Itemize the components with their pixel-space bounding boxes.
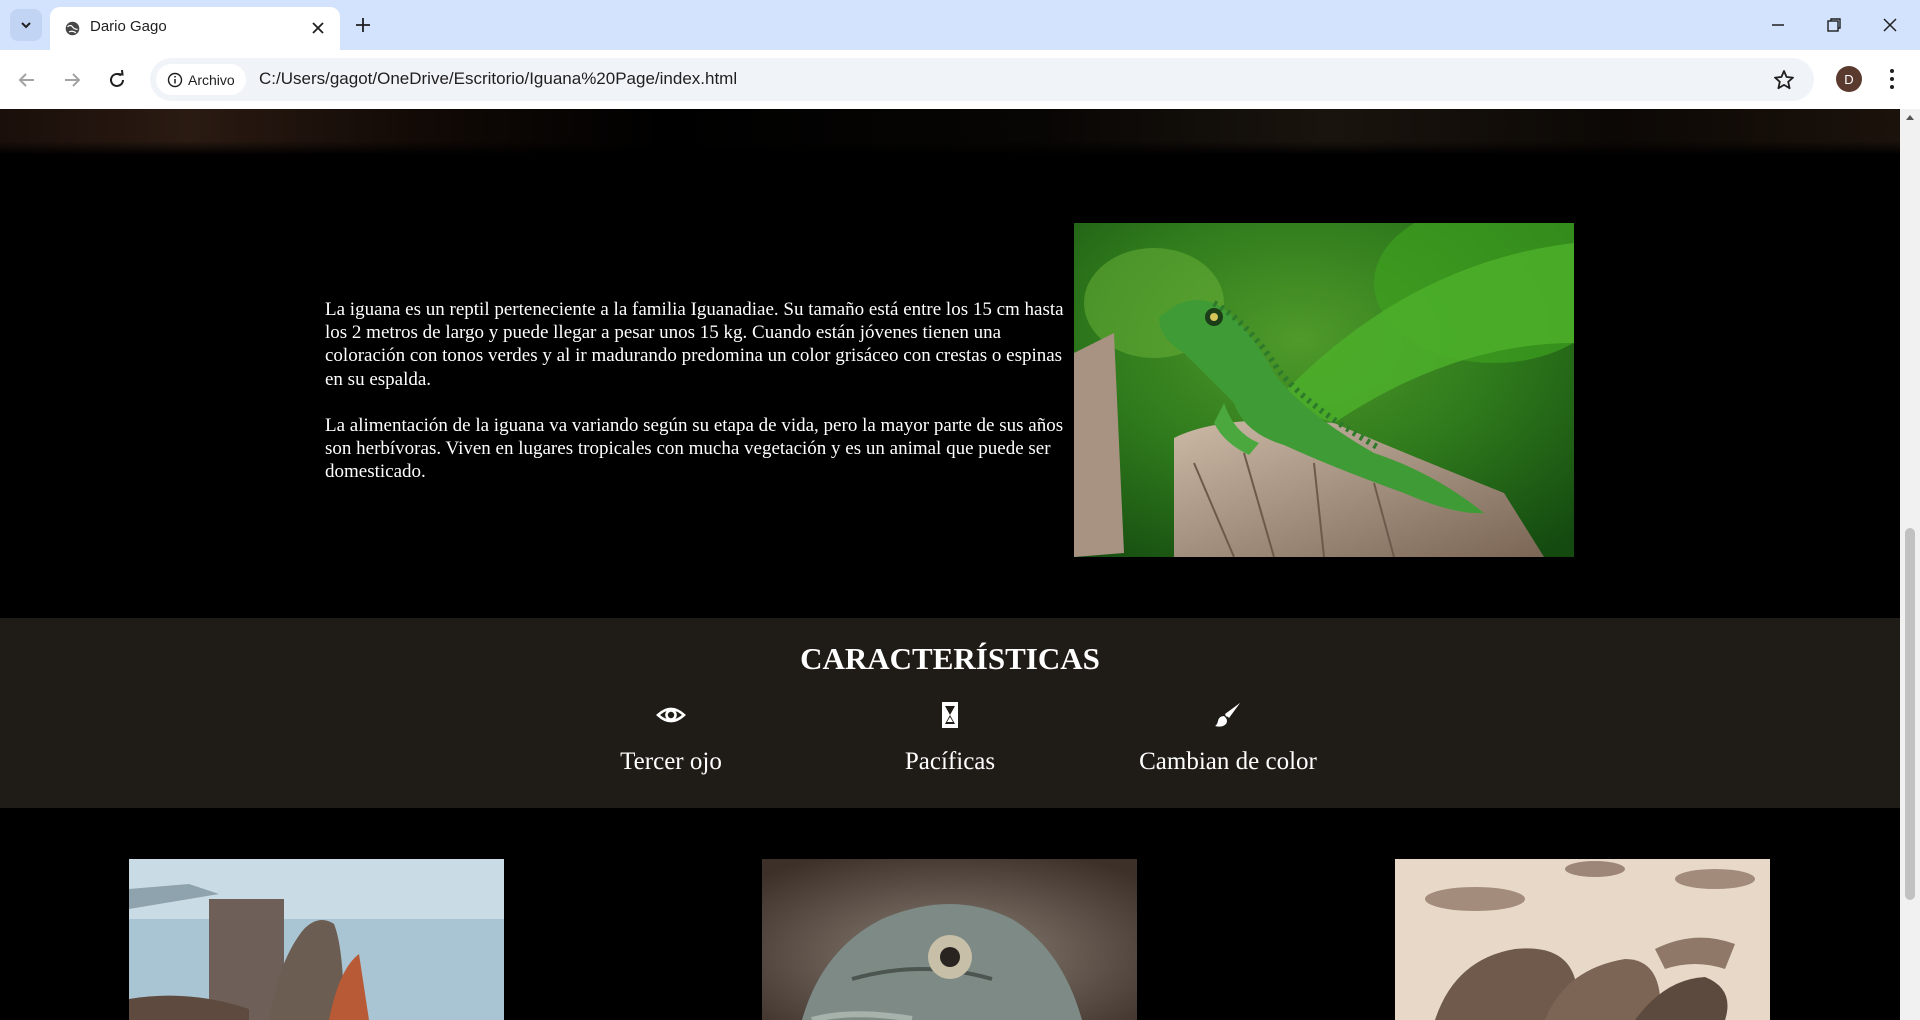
gallery-image-3: [1395, 859, 1770, 1020]
active-tab[interactable]: Dario Gago: [50, 7, 340, 50]
feature-label: Tercer ojo: [620, 748, 722, 775]
plus-icon[interactable]: [352, 14, 374, 36]
site-chip-label: Archivo: [188, 71, 235, 88]
address-bar[interactable]: Archivo C:/Users/gagot/OneDrive/Escritor…: [150, 58, 1814, 101]
tab-strip: Dario Gago: [0, 0, 1920, 50]
page-scrollbar[interactable]: [1900, 109, 1920, 1020]
intro-paragraph-1: La iguana es un reptil perteneciente a l…: [325, 299, 1064, 390]
restore-icon[interactable]: [1823, 14, 1845, 36]
page-viewport: La iguana es un reptil perteneciente a l…: [0, 109, 1900, 1020]
chevron-down-icon: [21, 22, 31, 29]
more-menu-icon[interactable]: [1880, 66, 1904, 92]
intro-text: La iguana es un reptil perteneciente a l…: [325, 298, 1075, 506]
globe-icon: [65, 21, 80, 36]
gallery-image-2: [762, 859, 1137, 1020]
gallery-image-1: [129, 859, 504, 1020]
site-info-button[interactable]: Archivo: [156, 64, 246, 95]
iguana-photo: [1074, 223, 1574, 557]
features-title: CARACTERÍSTICAS: [800, 641, 1100, 676]
hourglass-icon: [942, 702, 958, 728]
tab-title: Dario Gago: [90, 18, 167, 35]
close-icon[interactable]: [309, 19, 327, 37]
paintbrush-icon: [1215, 703, 1240, 727]
bookmark-star-icon[interactable]: [1772, 68, 1796, 92]
browser-toolbar: Archivo C:/Users/gagot/OneDrive/Escritor…: [0, 50, 1920, 109]
url-text[interactable]: C:/Users/gagot/OneDrive/Escritorio/Iguan…: [259, 69, 737, 89]
features-section: CARACTERÍSTICAS Tercer ojo Pacíficas Cam: [0, 618, 1900, 808]
feature-item-peaceful: Pacíficas: [830, 700, 1070, 776]
feature-item-third-eye: Tercer ojo: [551, 700, 791, 776]
scroll-up-arrow-icon[interactable]: [1905, 113, 1915, 121]
minimize-icon[interactable]: [1767, 14, 1789, 36]
feature-label: Pacíficas: [904, 748, 996, 775]
profile-avatar[interactable]: D: [1836, 66, 1862, 92]
back-arrow-icon[interactable]: [15, 68, 39, 92]
feature-item-color-change: Cambian de color: [1108, 700, 1348, 776]
forward-arrow-icon[interactable]: [60, 68, 84, 92]
reload-icon[interactable]: [105, 68, 129, 92]
hero-image-bottom: [0, 109, 1900, 155]
intro-paragraph-2: La alimentación de la iguana va variando…: [325, 414, 1064, 483]
feature-label: Cambian de color: [1139, 748, 1317, 775]
eye-icon: [656, 707, 686, 723]
scrollbar-thumb[interactable]: [1905, 528, 1915, 900]
tab-search-button[interactable]: [10, 9, 42, 41]
info-icon: [167, 72, 183, 87]
close-window-icon[interactable]: [1879, 14, 1901, 36]
